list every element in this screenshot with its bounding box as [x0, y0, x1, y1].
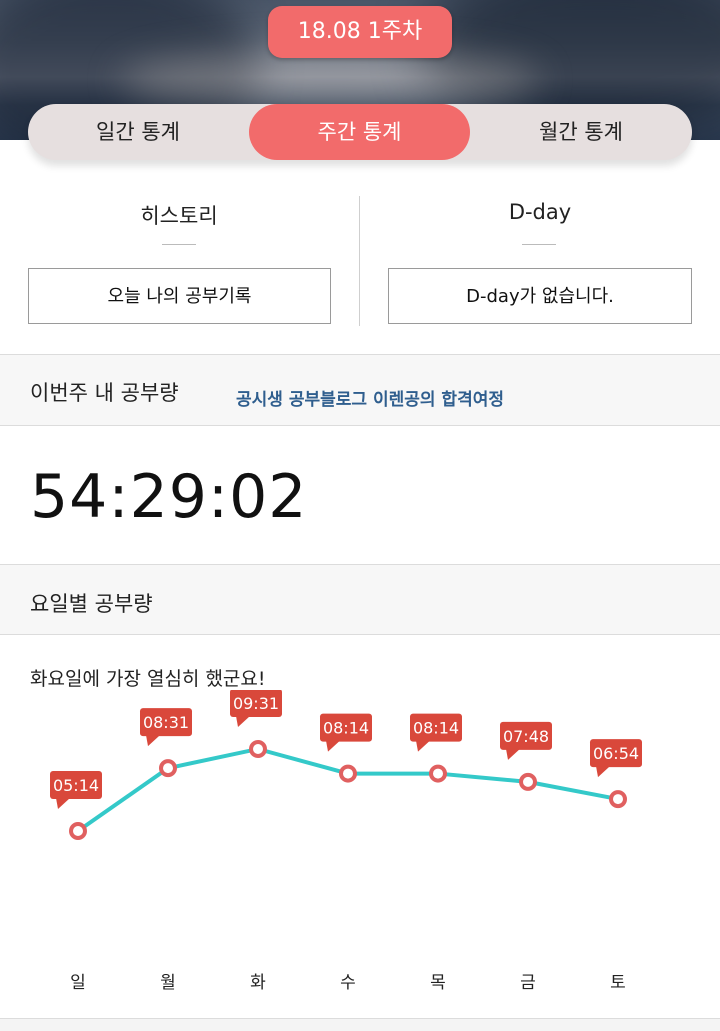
data-label: 07:48: [503, 727, 549, 746]
data-label: 06:54: [593, 744, 639, 763]
callout-pointer: [56, 798, 70, 809]
callout-pointer: [506, 748, 520, 760]
data-label: 05:14: [53, 776, 99, 795]
daily-caption: 화요일에 가장 열심히 했군요!: [30, 668, 266, 690]
data-point: [69, 822, 87, 840]
data-label: 08:14: [323, 719, 369, 738]
data-label: 08:31: [143, 713, 189, 732]
callout-pointer: [416, 740, 430, 752]
x-tick-label: 토: [610, 973, 626, 993]
data-point: [519, 772, 537, 791]
data-label: 09:31: [233, 694, 279, 713]
x-tick-label: 목: [430, 973, 446, 993]
dday-title: D-day: [508, 200, 572, 224]
promo-text: 공시생 공부블로그 이렌공의 합격여정: [236, 390, 504, 410]
tab-daily-stats[interactable]: 일간 통계: [28, 104, 248, 160]
tab-weekly-stats[interactable]: 주간 통계: [249, 104, 470, 160]
callout-pointer: [146, 735, 160, 747]
daily-study-chart: 05:14 일 08:31 월 09:31 화 08:14 수 08:14 목 07:48 금 06:5…: [50, 690, 642, 993]
series-line: [76, 747, 619, 833]
stats-tabs: 일간 통계 주간 통계 월간 통계: [28, 104, 692, 160]
data-point: [609, 790, 627, 809]
x-tick-label: 일: [70, 973, 86, 993]
daily-label: 요일별 공부량: [30, 592, 153, 616]
weekly-label: 이번주 내 공부량: [30, 381, 179, 405]
bottom-section-edge: [0, 1018, 720, 1031]
callout-pointer: [596, 766, 610, 778]
history-title: 히스토리: [140, 204, 218, 228]
daily-section-header: 요일별 공부량: [0, 564, 720, 635]
data-point: [249, 740, 267, 758]
callout-pointer: [326, 740, 340, 752]
x-tick-label: 수: [340, 973, 356, 993]
x-tick-label: 금: [520, 973, 536, 993]
today-record-button[interactable]: 오늘 나의 공부기록: [28, 268, 331, 324]
x-tick-label: 월: [160, 973, 176, 993]
x-tick-label: 화: [250, 973, 266, 993]
callout-pointer: [236, 716, 250, 727]
data-label: 08:14: [413, 719, 459, 738]
tab-monthly-stats[interactable]: 월간 통계: [470, 104, 692, 160]
data-point: [159, 759, 177, 778]
data-point: [339, 764, 357, 783]
dday-button[interactable]: D-day가 없습니다.: [388, 268, 692, 324]
history-divider: [162, 244, 196, 245]
weekly-section-header: 이번주 내 공부량 공시생 공부블로그 이렌공의 합격여정: [0, 354, 720, 426]
week-selector[interactable]: 18.08 1주차: [268, 6, 452, 58]
dday-divider: [522, 244, 556, 245]
column-divider: [359, 196, 360, 326]
weekly-total-time: 54:29:02: [30, 462, 308, 532]
data-point: [429, 764, 447, 783]
